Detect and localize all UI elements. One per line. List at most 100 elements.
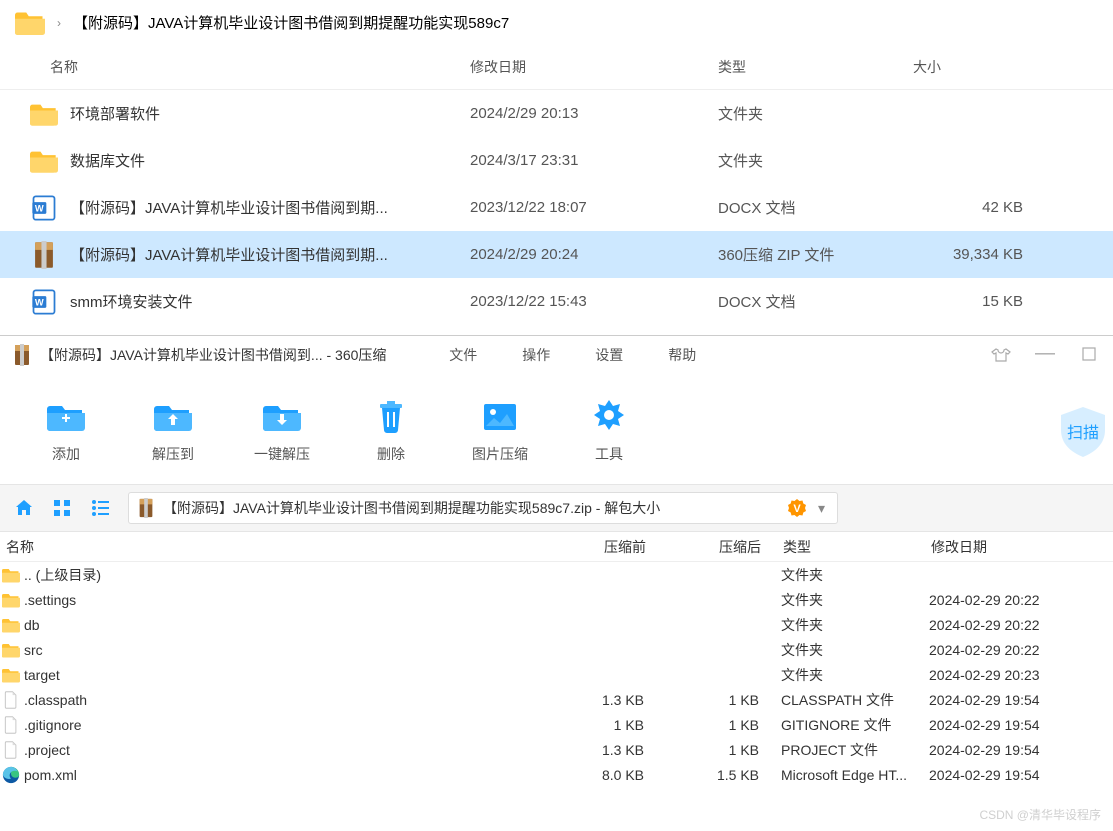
delete-icon [365,394,417,436]
entry-size-before: 8.0 KB [544,767,644,783]
entry-type: Microsoft Edge HT... [759,767,929,783]
file-date: 2024/2/29 20:13 [470,105,718,122]
file-type: DOCX 文档 [718,291,913,312]
toolbar-add[interactable]: 添加 [40,394,92,464]
docx-icon: W [30,194,58,222]
toolbar-delete[interactable]: 删除 [365,394,417,464]
entry-size-after: 1.5 KB [644,767,759,783]
file-date: 2023/12/22 15:43 [470,293,718,310]
dropdown-icon[interactable]: ▾ [814,500,829,517]
shirt-icon[interactable] [989,347,1013,363]
toolbar-label: 一键解压 [254,444,310,464]
entry-type: 文件夹 [759,590,929,610]
one-click-extract-icon [256,394,308,436]
zip-menu-bar: 文件 操作 设置 帮助 [449,345,696,365]
zip-row[interactable]: pom.xml8.0 KB1.5 KBMicrosoft Edge HT...2… [0,762,1113,787]
maximize-button[interactable] [1077,347,1101,364]
menu-item[interactable]: 设置 [595,345,623,365]
menu-item[interactable]: 帮助 [668,345,696,365]
breadcrumb-text[interactable]: 【附源码】JAVA计算机毕业设计图书借阅到期提醒功能实现589c7 [73,12,509,33]
file-type: 360压缩 ZIP 文件 [718,244,913,265]
toolbar-label: 删除 [377,444,405,464]
v-badge-icon: V [788,499,806,517]
entry-type: 文件夹 [759,615,929,635]
entry-date: 2024-02-29 20:23 [929,667,1099,683]
explorer-row[interactable]: 环境部署软件2024/2/29 20:13文件夹 [0,90,1113,137]
zip-row[interactable]: .classpath1.3 KB1 KBCLASSPATH 文件2024-02-… [0,687,1113,712]
explorer-column-header: 名称 修改日期 类型 大小 [0,45,1113,90]
entry-name: target [24,667,544,683]
col-type[interactable]: 类型 [718,57,913,77]
scan-badge[interactable]: 扫描 [1053,402,1113,462]
tools-icon [583,394,635,436]
file-icon [2,716,20,734]
svg-text:V: V [793,503,801,515]
folder-icon [2,591,20,609]
file-name: 【附源码】JAVA计算机毕业设计图书借阅到期... [70,197,470,218]
file-name: 【附源码】JAVA计算机毕业设计图书借阅到期... [70,244,470,265]
explorer-row[interactable]: W【附源码】JAVA计算机毕业设计图书借阅到期...2023/12/22 18:… [0,184,1113,231]
grid-view-icon[interactable] [52,498,72,518]
zip-path-bar: 【附源码】JAVA计算机毕业设计图书借阅到期提醒功能实现589c7.zip - … [0,484,1113,532]
toolbar-label: 添加 [52,444,80,464]
entry-type: 文件夹 [759,640,929,660]
entry-name: src [24,642,544,658]
file-name: smm环境安装文件 [70,291,470,312]
toolbar-label: 图片压缩 [472,444,528,464]
path-field[interactable]: 【附源码】JAVA计算机毕业设计图书借阅到期提醒功能实现589c7.zip - … [128,492,838,524]
entry-type: PROJECT 文件 [759,740,929,760]
explorer-row[interactable]: 【附源码】JAVA计算机毕业设计图书借阅到期...2024/2/29 20:24… [0,231,1113,278]
zcol-after[interactable]: 压缩后 [646,537,761,557]
toolbar-image-compress[interactable]: 图片压缩 [472,394,528,464]
folder-icon [2,641,20,659]
explorer-file-list: 环境部署软件2024/2/29 20:13文件夹数据库文件2024/3/17 2… [0,90,1113,325]
folder-icon [2,566,20,584]
file-name: 数据库文件 [70,150,470,171]
zip-row[interactable]: db文件夹2024-02-29 20:22 [0,612,1113,637]
minimize-button[interactable]: — [1033,347,1057,364]
zcol-date[interactable]: 修改日期 [931,537,1101,557]
toolbar-tools[interactable]: 工具 [583,394,635,464]
svg-text:扫描: 扫描 [1067,424,1099,442]
zip-row[interactable]: .project1.3 KB1 KBPROJECT 文件2024-02-29 1… [0,737,1113,762]
list-view-icon[interactable] [90,498,110,518]
zip-row[interactable]: .. (上级目录)文件夹 [0,562,1113,587]
menu-item[interactable]: 操作 [522,345,550,365]
explorer-row[interactable]: Wsmm环境安装文件2023/12/22 15:43DOCX 文档15 KB [0,278,1113,325]
edge-icon [2,766,20,784]
file-size: 15 KB [913,293,1053,310]
entry-size-after: 1 KB [644,717,759,733]
col-size[interactable]: 大小 [913,57,1053,77]
explorer-row[interactable]: 数据库文件2024/3/17 23:31文件夹 [0,137,1113,184]
path-text: 【附源码】JAVA计算机毕业设计图书借阅到期提醒功能实现589c7.zip - … [163,498,660,518]
entry-size-before: 1 KB [544,717,644,733]
zip-window-title: 【附源码】JAVA计算机毕业设计图书借阅到... - 360压缩 [40,345,386,365]
zip-icon [30,241,58,269]
file-type: 文件夹 [718,150,913,171]
menu-item[interactable]: 文件 [449,345,477,365]
col-name[interactable]: 名称 [50,57,470,77]
zip-app-icon [12,344,32,366]
zcol-before[interactable]: 压缩前 [546,537,646,557]
zcol-type[interactable]: 类型 [761,537,931,557]
home-icon[interactable] [14,498,34,518]
docx-icon: W [30,288,58,316]
entry-type: 文件夹 [759,565,929,585]
entry-date: 2024-02-29 19:54 [929,767,1099,783]
toolbar-extract-to[interactable]: 解压到 [147,394,199,464]
entry-size-before: 1.3 KB [544,692,644,708]
entry-date: 2024-02-29 19:54 [929,692,1099,708]
zcol-name[interactable]: 名称 [6,537,546,557]
entry-date: 2024-02-29 20:22 [929,617,1099,633]
zip-row[interactable]: .gitignore1 KB1 KBGITIGNORE 文件2024-02-29… [0,712,1113,737]
file-name: 环境部署软件 [70,103,470,124]
col-date[interactable]: 修改日期 [470,57,718,77]
file-icon [2,691,20,709]
zip-row[interactable]: target文件夹2024-02-29 20:23 [0,662,1113,687]
window-controls: — [989,347,1101,364]
zip-row[interactable]: .settings文件夹2024-02-29 20:22 [0,587,1113,612]
zip-row[interactable]: src文件夹2024-02-29 20:22 [0,637,1113,662]
entry-type: GITIGNORE 文件 [759,715,929,735]
file-date: 2024/3/17 23:31 [470,152,718,169]
toolbar-one-click-extract[interactable]: 一键解压 [254,394,310,464]
